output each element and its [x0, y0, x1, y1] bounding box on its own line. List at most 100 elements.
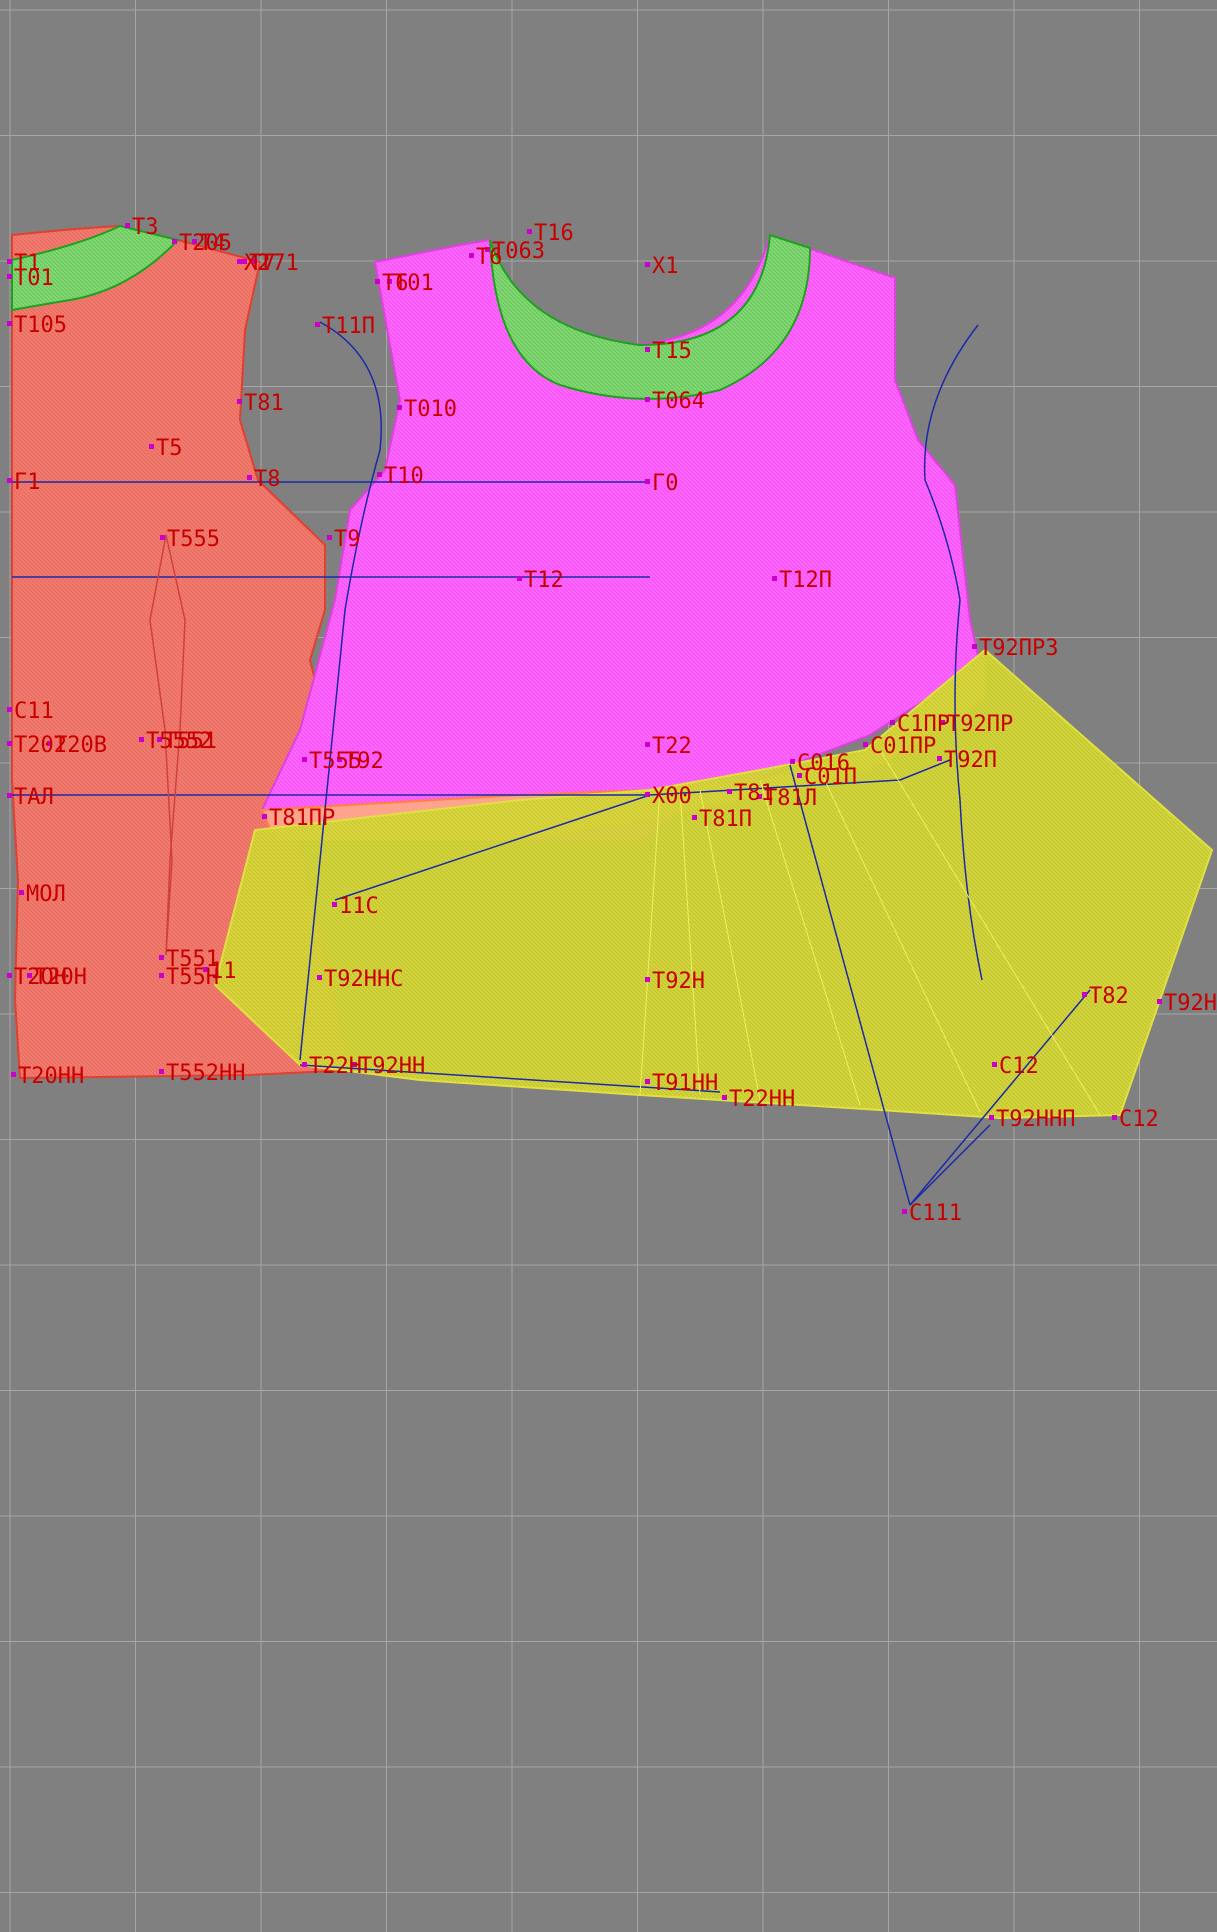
point-label: Т92ННПР	[1164, 991, 1217, 1016]
point-label: Т105	[14, 313, 67, 338]
point-marker[interactable]	[19, 890, 24, 895]
point-marker[interactable]	[139, 737, 144, 742]
point-marker[interactable]	[645, 977, 650, 982]
point-marker[interactable]	[727, 789, 732, 794]
point-marker[interactable]	[375, 279, 380, 284]
point-marker[interactable]	[890, 720, 895, 725]
point-marker[interactable]	[7, 259, 12, 264]
point-label: Т81	[244, 391, 284, 416]
point-label: Т92ПР	[947, 712, 1013, 737]
point-label: Т010	[404, 397, 457, 422]
point-label: Т01	[394, 271, 434, 296]
point-marker[interactable]	[262, 814, 267, 819]
point-marker[interactable]	[645, 347, 650, 352]
point-marker[interactable]	[989, 1115, 994, 1120]
point-marker[interactable]	[7, 478, 12, 483]
pattern-canvas[interactable]: Т3 Т205 Т1 Т01 Т4 Х2 Т7 Т71 Т105 Т81 Т5 Г1 Т8 Т555 Т20…	[0, 0, 1217, 1932]
point-marker[interactable]	[863, 742, 868, 747]
point-marker[interactable]	[159, 973, 164, 978]
point-marker[interactable]	[992, 1062, 997, 1067]
point-marker[interactable]	[315, 322, 320, 327]
point-marker[interactable]	[645, 479, 650, 484]
point-marker[interactable]	[972, 644, 977, 649]
point-label: С12	[999, 1054, 1039, 1079]
point-marker[interactable]	[7, 741, 12, 746]
point-marker[interactable]	[149, 444, 154, 449]
point-label: Г0	[652, 471, 679, 496]
point-marker[interactable]	[645, 1079, 650, 1084]
point-label: Т92П	[944, 748, 997, 773]
point-marker[interactable]	[1112, 1115, 1117, 1120]
point-marker[interactable]	[527, 229, 532, 234]
point-marker[interactable]	[645, 792, 650, 797]
point-marker[interactable]	[469, 253, 474, 258]
point-marker[interactable]	[172, 239, 177, 244]
point-marker[interactable]	[517, 576, 522, 581]
point-marker[interactable]	[645, 742, 650, 747]
point-label: Т2ОН	[14, 965, 67, 990]
point-marker[interactable]	[7, 793, 12, 798]
point-marker[interactable]	[332, 902, 337, 907]
point-label: Т22НН	[729, 1087, 795, 1112]
point-marker[interactable]	[237, 399, 242, 404]
point-label: Т92Н	[652, 969, 705, 994]
point-label: МОЛ	[26, 882, 66, 907]
point-marker[interactable]	[397, 405, 402, 410]
point-marker[interactable]	[160, 535, 165, 540]
point-marker[interactable]	[327, 535, 332, 540]
point-label: Х00	[652, 784, 692, 809]
point-marker[interactable]	[7, 321, 12, 326]
point-marker[interactable]	[1157, 999, 1162, 1004]
point-label: С01ПР	[870, 734, 936, 759]
point-marker[interactable]	[937, 756, 942, 761]
point-marker[interactable]	[645, 397, 650, 402]
point-label: С11	[14, 699, 54, 724]
point-label: Т064	[652, 389, 705, 414]
point-label: Т555	[167, 527, 220, 552]
point-label: Т92ННП	[996, 1107, 1075, 1132]
point-label: Т15	[652, 339, 692, 364]
point-label: Т71	[259, 251, 299, 276]
point-marker[interactable]	[159, 955, 164, 960]
pattern-drawing[interactable]: Т3Т205Т1Т01Т4Х2Т7Т71Т105Т81Т5Г1 Т8Т555Т20…	[0, 0, 1217, 1932]
point-label: Т22	[652, 734, 692, 759]
point-label: Т92НН	[359, 1054, 425, 1079]
point-marker[interactable]	[317, 975, 322, 980]
point-label: 11С	[339, 894, 379, 919]
point-marker[interactable]	[692, 815, 697, 820]
point-label: Т92ПР3	[979, 636, 1058, 661]
point-label: Т22Н	[309, 1054, 362, 1079]
point-label: Т3	[132, 215, 159, 240]
point-marker[interactable]	[645, 262, 650, 267]
point-marker[interactable]	[7, 707, 12, 712]
point-marker[interactable]	[11, 1072, 16, 1077]
point-marker[interactable]	[247, 475, 252, 480]
point-marker[interactable]	[1082, 992, 1087, 997]
point-marker[interactable]	[377, 472, 382, 477]
point-marker[interactable]	[125, 223, 130, 228]
point-label: Т20НН	[18, 1064, 84, 1089]
point-label: ТАЛ	[14, 785, 54, 810]
point-label: Т552НН	[166, 1061, 245, 1086]
point-marker[interactable]	[302, 1062, 307, 1067]
point-marker[interactable]	[7, 973, 12, 978]
point-label: Г1	[14, 470, 41, 495]
point-label: Т82	[1089, 984, 1129, 1009]
point-label: Т81Л	[764, 786, 817, 811]
point-label: Т91НН	[652, 1071, 718, 1096]
point-marker[interactable]	[772, 576, 777, 581]
point-marker[interactable]	[7, 274, 12, 279]
point-marker[interactable]	[237, 259, 242, 264]
point-marker[interactable]	[902, 1209, 907, 1214]
point-label: Т81П	[699, 807, 752, 832]
point-marker[interactable]	[790, 759, 795, 764]
point-label: Т12П	[779, 568, 832, 593]
point-label: Т11П	[322, 314, 375, 339]
point-marker[interactable]	[302, 757, 307, 762]
point-label: Т10	[384, 464, 424, 489]
point-marker[interactable]	[722, 1095, 727, 1100]
point-label: С12	[1119, 1107, 1159, 1132]
point-label: Т01	[14, 266, 54, 291]
point-marker[interactable]	[159, 1069, 164, 1074]
point-label: Т5	[156, 436, 183, 461]
